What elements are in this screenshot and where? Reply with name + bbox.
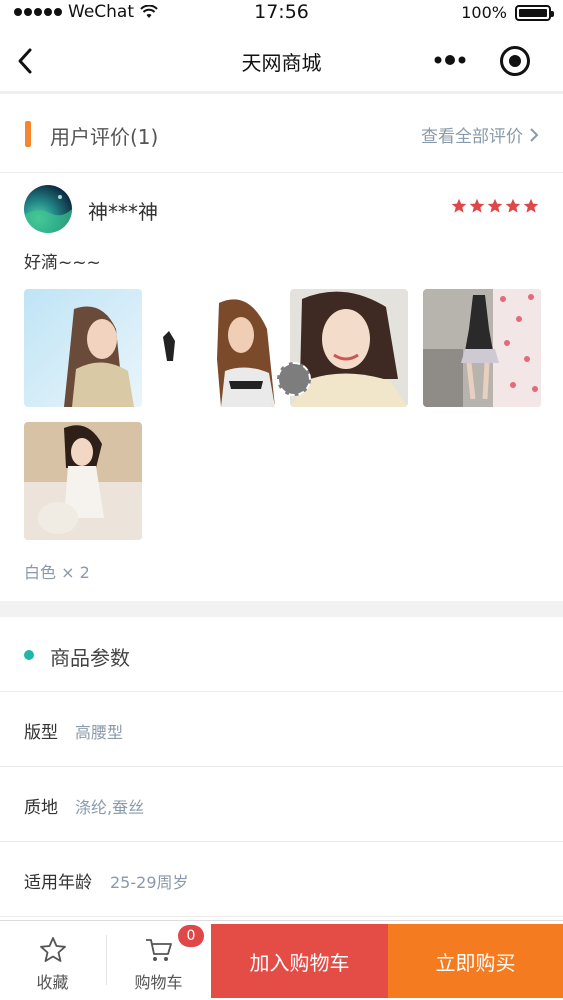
close-miniprogram-icon[interactable]	[500, 46, 530, 76]
params-title: 商品参数	[50, 646, 130, 670]
buy-now-button[interactable]: 立即购买	[388, 924, 563, 998]
param-value: 涤纶,蚕丝	[75, 798, 145, 817]
star-icon	[487, 198, 503, 213]
reviews-header: 用户评价(1) 查看全部评价	[0, 97, 563, 173]
param-row: 版型 高腰型	[0, 692, 563, 767]
bottom-action-bar: 收藏 购物车 0 加入购物车 立即购买	[0, 920, 563, 1000]
favorite-label: 收藏	[36, 973, 69, 992]
avatar	[24, 185, 72, 233]
favorite-button[interactable]: 收藏	[0, 921, 105, 999]
battery-icon	[515, 4, 554, 21]
review-photo[interactable]	[157, 289, 275, 407]
star-icon	[469, 198, 485, 213]
param-value: 25-29周岁	[110, 873, 189, 892]
param-row: 质地 涤纶,蚕丝	[0, 767, 563, 842]
param-row: 适用年龄 25-29周岁	[0, 842, 563, 917]
chevron-right-icon	[530, 127, 539, 142]
param-key: 质地	[24, 798, 58, 818]
reviews-title: 用户评价(1)	[50, 125, 159, 149]
section-dot-icon	[24, 650, 34, 660]
nav-bar: 天网商城	[0, 26, 563, 94]
star-outline-icon	[40, 937, 66, 962]
cart-icon	[146, 939, 172, 961]
review-item: 神***神	[24, 185, 539, 233]
param-value: 高腰型	[75, 723, 124, 742]
rating-stars	[451, 198, 539, 214]
review-spec: 白色 × 2	[24, 563, 90, 582]
cart-count-badge: 0	[178, 925, 204, 947]
param-key: 版型	[24, 723, 58, 743]
battery-percent: 100%	[461, 3, 507, 22]
status-bar: WeChat 17:56 100%	[0, 0, 563, 26]
review-photo[interactable]	[24, 289, 142, 407]
param-key: 适用年龄	[24, 873, 92, 893]
page-title: 天网商城	[241, 51, 322, 75]
view-all-reviews-link[interactable]: 查看全部评价	[421, 122, 539, 147]
star-icon	[523, 198, 539, 213]
reviewer-name: 神***神	[88, 200, 158, 224]
star-icon	[505, 198, 521, 213]
more-icon[interactable]	[432, 48, 470, 72]
section-accent-bar	[25, 121, 31, 147]
review-photo[interactable]	[290, 289, 408, 407]
review-photo[interactable]	[423, 289, 541, 407]
battery-group: 100%	[461, 3, 554, 22]
section-divider	[0, 601, 563, 617]
review-photo[interactable]	[24, 422, 142, 540]
star-icon	[451, 198, 467, 213]
review-comment: 好滴~~~	[24, 253, 101, 273]
view-all-label: 查看全部评价	[421, 127, 523, 147]
cart-label: 购物车	[134, 973, 183, 992]
photo-overlay-marker	[277, 362, 311, 396]
add-to-cart-button[interactable]: 加入购物车	[211, 924, 388, 998]
params-header: 商品参数	[0, 617, 563, 692]
